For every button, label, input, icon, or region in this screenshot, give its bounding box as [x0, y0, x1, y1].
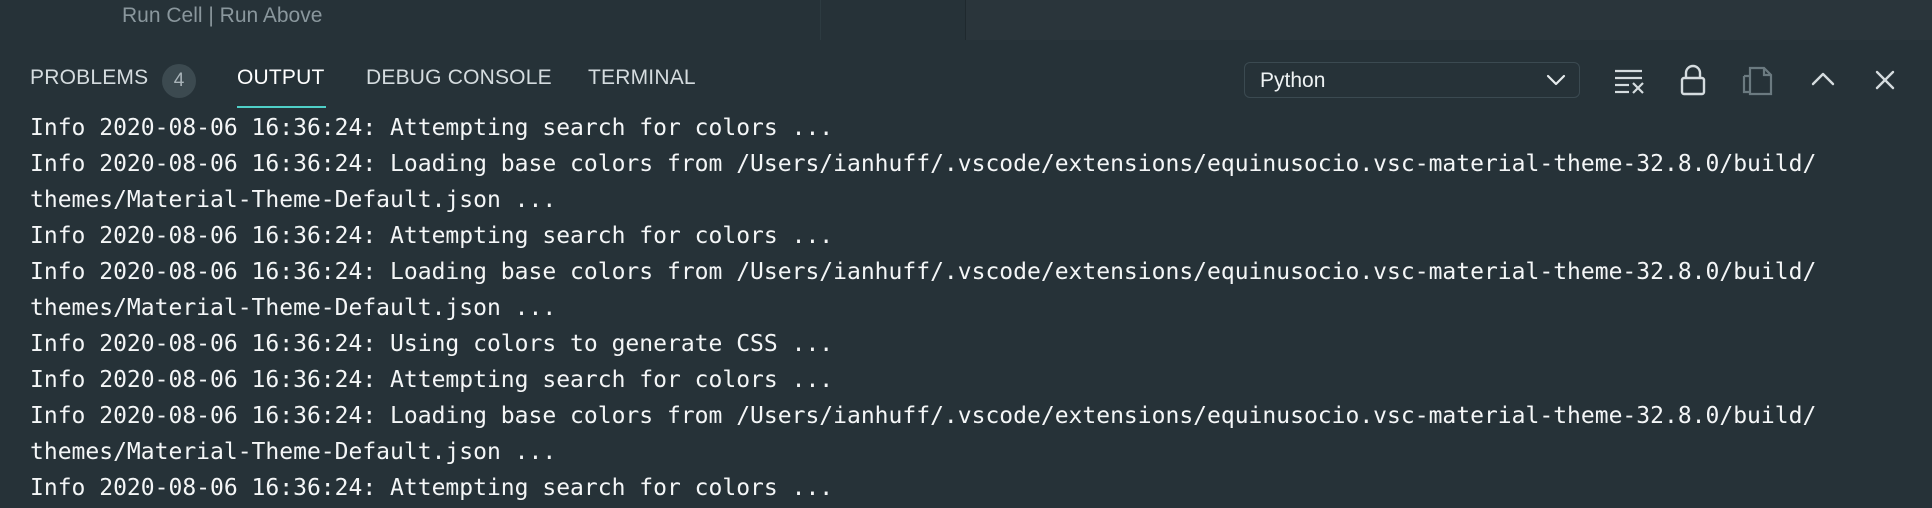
open-log-icon[interactable] — [1740, 62, 1776, 98]
problems-count-badge: 4 — [162, 64, 196, 98]
maximize-panel-icon[interactable] — [1805, 62, 1841, 98]
output-channel-value: Python — [1260, 69, 1326, 92]
output-line: Info 2020-08-06 16:36:24: Attempting sea… — [30, 223, 834, 249]
output-line: themes/Material-Theme-Default.json ... — [30, 439, 557, 465]
output-view[interactable]: Info 2020-08-06 16:36:24: Attempting sea… — [0, 108, 1932, 508]
tab-problems[interactable]: PROBLEMS — [30, 66, 148, 90]
editor-side-pane — [965, 0, 1932, 40]
run-cell-link[interactable]: Run Cell — [122, 4, 203, 27]
close-panel-icon[interactable] — [1867, 62, 1903, 98]
output-line: themes/Material-Theme-Default.json ... — [30, 295, 557, 321]
run-above-link[interactable]: Run Above — [220, 4, 323, 27]
bottom-panel: PROBLEMS 4 OUTPUT DEBUG CONSOLE TERMINAL… — [0, 40, 1932, 508]
output-line: Info 2020-08-06 16:36:24: Attempting sea… — [30, 367, 834, 393]
vscode-window: Run Cell | Run Above PROBLEMS 4 OUTPUT D… — [0, 0, 1932, 508]
output-line: Info 2020-08-06 16:36:24: Attempting sea… — [30, 475, 834, 501]
editor-divider — [820, 0, 821, 40]
output-line: Info 2020-08-06 16:36:24: Using colors t… — [30, 331, 834, 357]
tab-output[interactable]: OUTPUT — [237, 66, 325, 90]
output-line: Info 2020-08-06 16:36:24: Attempting sea… — [30, 115, 834, 141]
output-line: Info 2020-08-06 16:36:24: Loading base c… — [30, 403, 1817, 429]
lock-scroll-icon[interactable] — [1675, 62, 1711, 98]
editor-area: Run Cell | Run Above — [0, 0, 1932, 40]
output-channel-select[interactable]: Python — [1244, 62, 1580, 98]
chevron-down-icon — [1545, 72, 1567, 88]
tab-debug-console[interactable]: DEBUG CONSOLE — [366, 66, 552, 90]
output-line: Info 2020-08-06 16:36:24: Loading base c… — [30, 151, 1817, 177]
output-line: themes/Material-Theme-Default.json ... — [30, 187, 557, 213]
clear-output-icon[interactable] — [1612, 62, 1648, 98]
codelens-separator: | — [202, 4, 220, 27]
codelens: Run Cell | Run Above — [122, 4, 322, 28]
output-line: Info 2020-08-06 16:36:24: Loading base c… — [30, 259, 1817, 285]
tab-terminal[interactable]: TERMINAL — [588, 66, 696, 90]
panel-tabbar: PROBLEMS 4 OUTPUT DEBUG CONSOLE TERMINAL… — [0, 40, 1932, 108]
